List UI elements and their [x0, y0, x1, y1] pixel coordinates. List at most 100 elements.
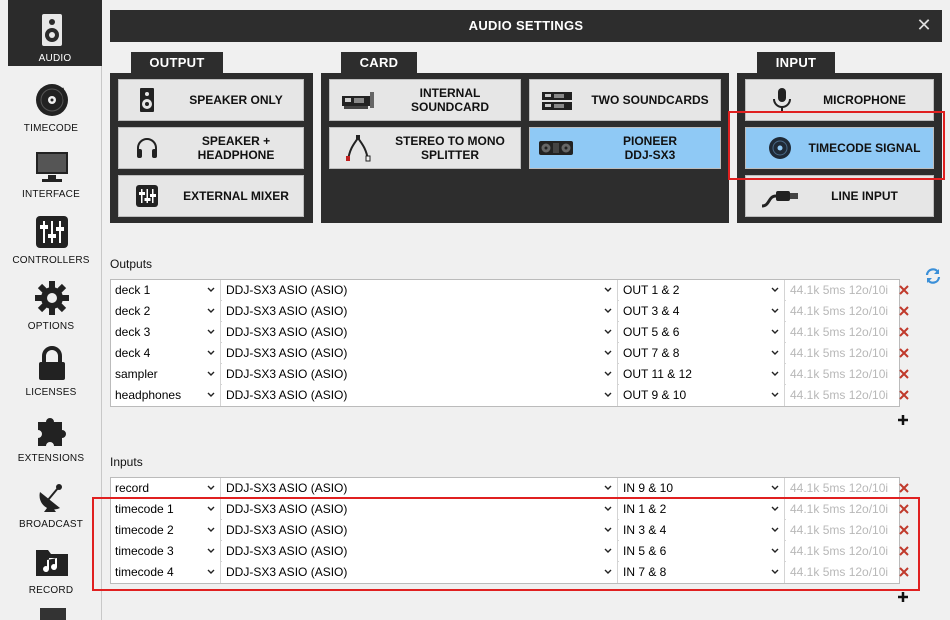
input-name-select[interactable]: timecode 4	[111, 562, 221, 583]
table-row: record DDJ-SX3 ASIO (ASIO) IN 9 & 10 44.…	[111, 478, 899, 499]
input-info: 44.1k 5ms 12o/10i	[786, 541, 899, 562]
chevron-down-icon	[604, 329, 612, 334]
output-device-select[interactable]: DDJ-SX3 ASIO (ASIO)	[222, 343, 618, 364]
table-row: deck 1 DDJ-SX3 ASIO (ASIO) OUT 1 & 2 44.…	[111, 280, 899, 301]
chevron-down-icon	[207, 392, 215, 397]
sidebar-item-label: RECORD	[28, 585, 74, 596]
chevron-down-icon	[771, 329, 779, 334]
add-output-icon[interactable]	[897, 414, 909, 426]
output-channel-select[interactable]: OUT 5 & 6	[619, 322, 785, 343]
output-name-select[interactable]: deck 4	[111, 343, 221, 364]
chevron-down-icon	[771, 527, 779, 532]
input-name-select[interactable]: record	[111, 478, 221, 499]
sidebar-item-audio[interactable]: AUDIO	[8, 0, 102, 66]
outputs-table: deck 1 DDJ-SX3 ASIO (ASIO) OUT 1 & 2 44.…	[110, 279, 900, 407]
lock-icon	[39, 346, 65, 380]
sidebar-item-licenses[interactable]: LICENSES	[0, 334, 102, 400]
close-button[interactable]: ✕	[914, 15, 934, 35]
input-device-select[interactable]: DDJ-SX3 ASIO (ASIO)	[222, 478, 618, 499]
output-device-select[interactable]: DDJ-SX3 ASIO (ASIO)	[222, 280, 618, 301]
external-mixer-button[interactable]: EXTERNAL MIXER	[118, 175, 304, 217]
chevron-down-icon	[771, 308, 779, 313]
output-name-select[interactable]: deck 3	[111, 322, 221, 343]
delete-icon[interactable]	[899, 567, 909, 577]
sidebar-item-timecode[interactable]: TIMECODE	[0, 70, 102, 136]
output-channel-select[interactable]: OUT 11 & 12	[619, 364, 785, 385]
input-info: 44.1k 5ms 12o/10i	[786, 499, 899, 520]
speaker-headphone-button[interactable]: SPEAKER + HEADPHONE	[118, 127, 304, 169]
chevron-down-icon	[207, 308, 215, 313]
controller-icon	[539, 141, 573, 155]
stereo-to-mono-splitter-button[interactable]: STEREO TO MONO SPLITTER	[329, 127, 521, 169]
output-name-select[interactable]: deck 1	[111, 280, 221, 301]
delete-icon[interactable]	[899, 306, 909, 316]
music-folder-icon	[36, 550, 68, 576]
output-channel-select[interactable]: OUT 1 & 2	[619, 280, 785, 301]
sidebar-item-label: EXTENSIONS	[17, 453, 85, 464]
output-tab: OUTPUT	[131, 52, 223, 74]
sidebar-item-record[interactable]: RECORD	[0, 532, 102, 598]
delete-icon[interactable]	[899, 390, 909, 400]
output-device-select[interactable]: DDJ-SX3 ASIO (ASIO)	[222, 301, 618, 322]
output-name-select[interactable]: deck 2	[111, 301, 221, 322]
chevron-down-icon	[207, 329, 215, 334]
input-channel-select[interactable]: IN 3 & 4	[619, 520, 785, 541]
refresh-icon[interactable]	[924, 267, 942, 285]
output-device-select[interactable]: DDJ-SX3 ASIO (ASIO)	[222, 322, 618, 343]
sidebar-item-interface[interactable]: INTERFACE	[0, 136, 102, 202]
sidebar-item-extensions[interactable]: EXTENSIONS	[0, 400, 102, 466]
sliders-icon	[36, 216, 68, 248]
output-channel-select[interactable]: OUT 7 & 8	[619, 343, 785, 364]
speaker-only-button[interactable]: SPEAKER ONLY	[118, 79, 304, 121]
delete-icon[interactable]	[899, 546, 909, 556]
timecode-icon	[769, 137, 791, 159]
sidebar-item-broadcast[interactable]: BROADCAST	[0, 466, 102, 532]
input-name-select[interactable]: timecode 2	[111, 520, 221, 541]
microphone-button[interactable]: MICROPHONE	[745, 79, 934, 121]
input-device-select[interactable]: DDJ-SX3 ASIO (ASIO)	[222, 520, 618, 541]
table-row: deck 2 DDJ-SX3 ASIO (ASIO) OUT 3 & 4 44.…	[111, 301, 899, 322]
delete-icon[interactable]	[899, 369, 909, 379]
button-label: TWO SOUNDCARDS	[591, 93, 709, 107]
input-device-select[interactable]: DDJ-SX3 ASIO (ASIO)	[222, 499, 618, 520]
sidebar-item-options[interactable]: OPTIONS	[0, 268, 102, 334]
table-row: headphones DDJ-SX3 ASIO (ASIO) OUT 9 & 1…	[111, 385, 899, 406]
delete-icon[interactable]	[899, 327, 909, 337]
input-name-select[interactable]: timecode 1	[111, 499, 221, 520]
input-info: 44.1k 5ms 12o/10i	[786, 520, 899, 541]
window-title: AUDIO SETTINGS	[468, 18, 584, 33]
delete-icon[interactable]	[899, 348, 909, 358]
output-channel-select[interactable]: OUT 9 & 10	[619, 385, 785, 406]
input-channel-select[interactable]: IN 7 & 8	[619, 562, 785, 583]
output-channel-select[interactable]: OUT 3 & 4	[619, 301, 785, 322]
chevron-down-icon	[771, 392, 779, 397]
chevron-down-icon	[771, 287, 779, 292]
delete-icon[interactable]	[899, 285, 909, 295]
input-info: 44.1k 5ms 12o/10i	[786, 478, 899, 499]
input-device-select[interactable]: DDJ-SX3 ASIO (ASIO)	[222, 562, 618, 583]
output-device-select[interactable]: DDJ-SX3 ASIO (ASIO)	[222, 364, 618, 385]
chevron-down-icon	[604, 287, 612, 292]
input-device-select[interactable]: DDJ-SX3 ASIO (ASIO)	[222, 541, 618, 562]
line-input-button[interactable]: LINE INPUT	[745, 175, 934, 217]
internal-soundcard-button[interactable]: INTERNAL SOUNDCARD	[329, 79, 521, 121]
input-channel-select[interactable]: IN 9 & 10	[619, 478, 785, 499]
delete-icon[interactable]	[899, 504, 909, 514]
output-name-select[interactable]: headphones	[111, 385, 221, 406]
table-row: timecode 4 DDJ-SX3 ASIO (ASIO) IN 7 & 8 …	[111, 562, 899, 583]
button-label: MICROPHONE	[823, 93, 906, 107]
input-channel-select[interactable]: IN 5 & 6	[619, 541, 785, 562]
delete-icon[interactable]	[899, 525, 909, 535]
input-name-select[interactable]: timecode 3	[111, 541, 221, 562]
sidebar-item-controllers[interactable]: CONTROLLERS	[0, 202, 102, 268]
pioneer-ddj-sx3-button[interactable]: PIONEER DDJ-SX3	[529, 127, 721, 169]
output-name-select[interactable]: sampler	[111, 364, 221, 385]
timecode-signal-button[interactable]: TIMECODE SIGNAL	[745, 127, 934, 169]
add-input-icon[interactable]	[897, 591, 909, 603]
two-soundcards-button[interactable]: TWO SOUNDCARDS	[529, 79, 721, 121]
output-device-select[interactable]: DDJ-SX3 ASIO (ASIO)	[222, 385, 618, 406]
delete-icon[interactable]	[899, 483, 909, 493]
card-panel: INTERNAL SOUNDCARD TWO SOUNDCARDS STEREO…	[321, 73, 729, 223]
inputs-label: Inputs	[110, 455, 143, 469]
input-channel-select[interactable]: IN 1 & 2	[619, 499, 785, 520]
